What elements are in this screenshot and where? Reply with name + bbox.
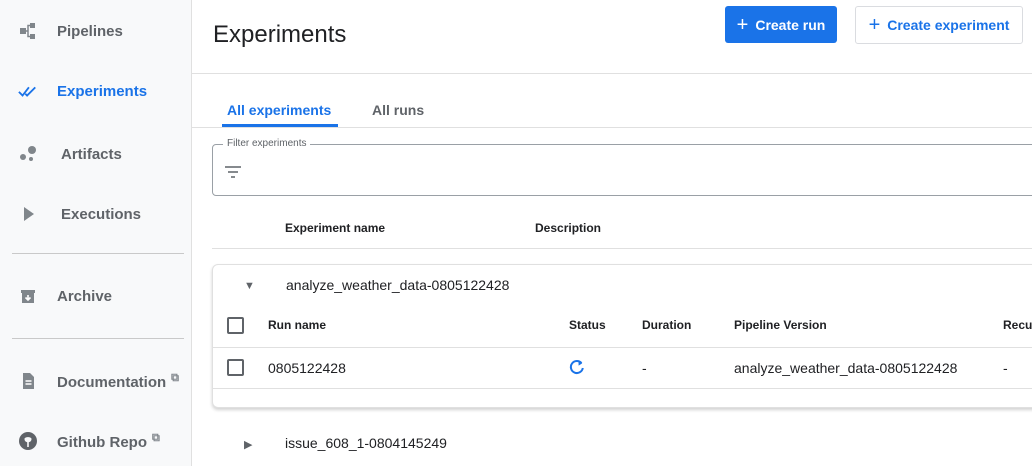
filter-icon	[224, 165, 242, 184]
experiment-name[interactable]: analyze_weather_data-0805122428	[286, 277, 509, 293]
run-name-link[interactable]: 0805122428	[268, 360, 346, 376]
sidebar-divider	[12, 253, 184, 254]
column-header-duration[interactable]: Duration	[642, 318, 691, 332]
sidebar-item-artifacts[interactable]: Artifacts	[0, 132, 191, 176]
sidebar-divider	[12, 338, 184, 339]
archive-icon	[18, 286, 38, 306]
sidebar-item-github-repo[interactable]: Github Repo ⧉	[0, 419, 191, 463]
tabs-divider	[192, 127, 1032, 128]
filter-experiments-input[interactable]: Filter experiments	[212, 138, 1032, 196]
collapse-caret-icon[interactable]: ▼	[244, 280, 255, 292]
sidebar-item-label: Executions	[61, 205, 142, 223]
table-header-divider	[212, 248, 1032, 249]
sidebar-item-label: Experiments	[57, 82, 148, 100]
sidebar-item-label: Archive	[57, 287, 113, 305]
executions-icon	[18, 204, 38, 224]
run-duration: -	[642, 360, 647, 376]
filter-label: Filter experiments	[223, 138, 311, 149]
experiments-icon	[18, 81, 38, 101]
sidebar-item-documentation[interactable]: Documentation ⧉	[0, 359, 191, 403]
column-header-run-name[interactable]: Run name	[268, 318, 326, 332]
status-running-icon	[569, 359, 585, 380]
sidebar-item-executions[interactable]: Executions	[0, 192, 191, 236]
header-divider	[192, 73, 1032, 74]
page-title: Experiments	[213, 21, 347, 48]
column-header-experiment-name[interactable]: Experiment name	[285, 221, 385, 235]
plus-icon: +	[736, 13, 749, 36]
create-experiment-label: Create experiment	[887, 17, 1010, 33]
github-icon	[18, 431, 38, 451]
sidebar-item-pipelines[interactable]: Pipelines	[0, 9, 191, 53]
external-link-icon: ⧉	[171, 371, 180, 384]
run-recurring: -	[1003, 360, 1008, 376]
select-all-runs-checkbox[interactable]	[227, 317, 244, 334]
experiment-name[interactable]: issue_608_1-0804145249	[285, 435, 447, 451]
create-experiment-button[interactable]: + Create experiment	[855, 6, 1023, 44]
pipelines-icon	[18, 21, 38, 41]
column-header-recurring[interactable]: Recu	[1003, 318, 1032, 332]
run-checkbox[interactable]	[227, 359, 244, 376]
sidebar-item-archive[interactable]: Archive	[0, 274, 191, 318]
run-pipeline-version-link[interactable]: analyze_weather_data-0805122428	[734, 360, 957, 376]
sidebar-item-label: Documentation	[57, 373, 167, 391]
column-header-status[interactable]: Status	[569, 318, 606, 332]
column-header-description[interactable]: Description	[535, 221, 601, 235]
sidebar-item-label: Artifacts	[61, 145, 122, 163]
tab-all-runs[interactable]: All runs	[372, 102, 424, 118]
sidebar-item-label: Github Repo	[57, 433, 147, 451]
create-run-button[interactable]: + Create run	[725, 6, 837, 43]
runs-row-divider	[213, 388, 1032, 389]
plus-icon: +	[868, 14, 881, 36]
runs-header-divider	[213, 347, 1032, 348]
sidebar: Pipelines Experiments Artifacts Executio…	[0, 0, 192, 466]
documentation-icon	[18, 371, 38, 391]
sidebar-item-experiments[interactable]: Experiments	[0, 69, 191, 113]
sidebar-item-label: Pipelines	[57, 22, 123, 40]
expand-caret-icon[interactable]: ▶	[244, 438, 252, 451]
create-run-label: Create run	[755, 16, 826, 33]
column-header-pipeline-version[interactable]: Pipeline Version	[734, 318, 827, 332]
artifacts-icon	[18, 144, 38, 164]
tab-all-experiments[interactable]: All experiments	[227, 102, 331, 118]
external-link-icon: ⧉	[152, 431, 160, 444]
